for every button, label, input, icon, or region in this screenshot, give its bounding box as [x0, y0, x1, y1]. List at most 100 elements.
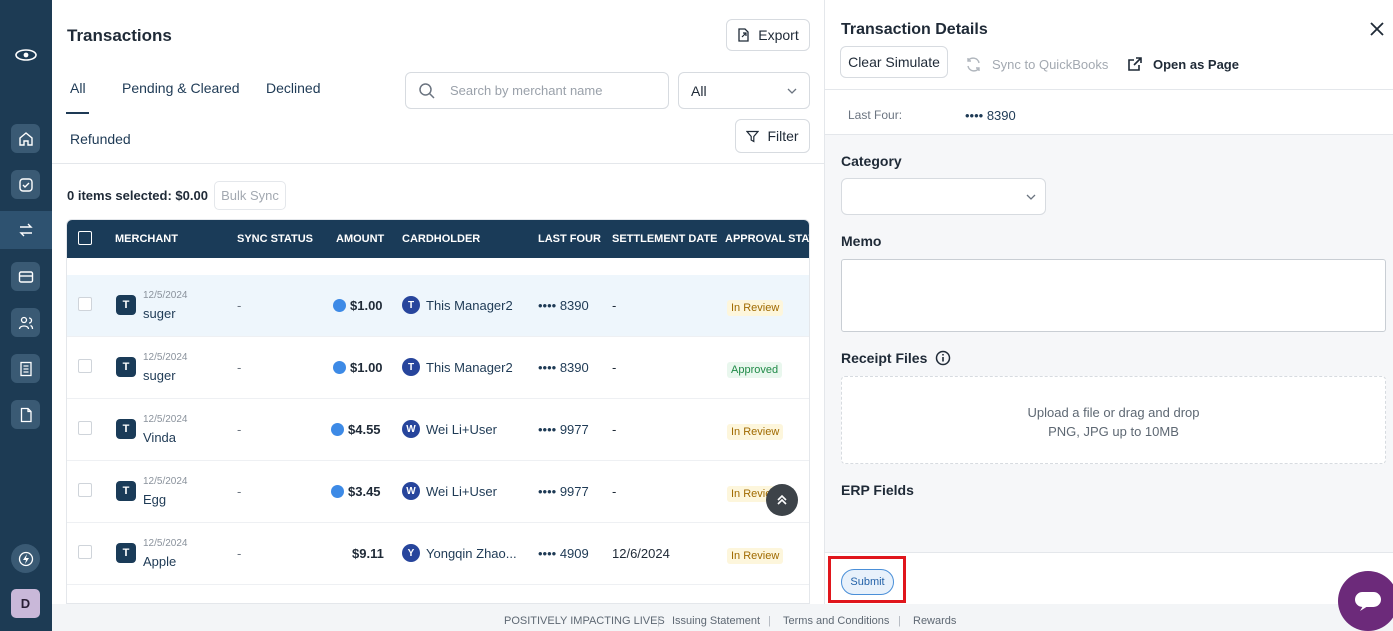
- upload-instruction: Upload a file or drag and drop: [1027, 405, 1200, 420]
- sync-icon: [967, 57, 980, 72]
- cardholder-cell: W Wei Li+User: [402, 482, 497, 500]
- nav-tasks[interactable]: [11, 170, 40, 199]
- bulk-sync-button[interactable]: Bulk Sync: [214, 181, 286, 210]
- info-icon[interactable]: [935, 350, 951, 366]
- open-as-page-label: Open as Page: [1153, 56, 1239, 72]
- col-sync-status[interactable]: SYNC STATUS: [237, 233, 313, 245]
- close-icon[interactable]: [1368, 20, 1386, 38]
- status-select[interactable]: All: [678, 72, 810, 109]
- transactions-icon: [19, 223, 33, 237]
- filter-label: Filter: [767, 128, 799, 144]
- col-settlement-date[interactable]: SETTLEMENT DATE: [612, 233, 718, 245]
- nav-integrations[interactable]: [11, 544, 40, 573]
- external-link-icon: [1128, 57, 1142, 71]
- tab-declined[interactable]: Declined: [266, 80, 320, 96]
- cardholder-name: Wei Li+User: [426, 421, 497, 437]
- merchant-name: Apple: [143, 554, 177, 569]
- export-button[interactable]: Export: [726, 19, 810, 51]
- status-badge: In Review: [727, 424, 784, 440]
- col-approval-status[interactable]: APPROVAL STATU: [725, 233, 809, 245]
- col-amount[interactable]: AMOUNT: [336, 233, 384, 245]
- scroll-to-top-button[interactable]: [766, 484, 798, 516]
- row-checkbox[interactable]: [78, 483, 92, 497]
- logo-icon[interactable]: [14, 47, 38, 63]
- merchant-name: Vinda: [143, 430, 177, 445]
- home-icon: [18, 131, 33, 146]
- filter-button[interactable]: Filter: [735, 119, 810, 153]
- footer-separator: |: [768, 615, 771, 627]
- settlement-date: -: [612, 484, 617, 499]
- receipt-upload-dropzone[interactable]: Upload a file or drag and drop PNG, JPG …: [841, 376, 1386, 464]
- row-checkbox[interactable]: [78, 359, 92, 373]
- last-four: •••• 9977: [538, 422, 589, 437]
- footer-rewards-link[interactable]: Rewards: [913, 615, 956, 627]
- nav-documents[interactable]: [11, 400, 40, 429]
- footer-issuing-statement-link[interactable]: Issuing Statement: [672, 615, 760, 627]
- merchant-search[interactable]: [405, 72, 669, 109]
- table-row[interactable]: T 12/5/2024 suger - $1.00 T This Manager2 •••• …: [67, 275, 809, 337]
- status-badge: Approved: [727, 362, 783, 378]
- amount-cell: $3.45: [331, 484, 381, 499]
- select-all-checkbox[interactable]: [78, 231, 92, 245]
- selection-summary: 0 items selected: $0.00: [67, 188, 208, 203]
- footer-terms-link[interactable]: Terms and Conditions: [783, 615, 889, 627]
- search-input[interactable]: [450, 83, 650, 98]
- transaction-date: 12/5/2024: [143, 290, 188, 301]
- memo-textarea[interactable]: [841, 259, 1386, 332]
- table-row[interactable]: T 12/5/2024 suger - $1.00 T This Manager2 •••• …: [67, 337, 809, 399]
- table-row[interactable]: T 12/5/2024 Apple - $9.11 Y Yongqin Zhao... •••…: [67, 523, 809, 585]
- pending-clock-icon: [333, 361, 346, 374]
- col-last-four[interactable]: LAST FOUR: [538, 233, 601, 245]
- clear-simulate-button[interactable]: Clear Simulate: [840, 46, 948, 78]
- table-row[interactable]: T 12/5/2024 Vinda - $4.55 W Wei Li+User •••• 99…: [67, 399, 809, 461]
- nav-users[interactable]: [11, 308, 40, 337]
- pending-clock-icon: [333, 299, 346, 312]
- tab-refunded[interactable]: Refunded: [70, 131, 131, 147]
- submit-button[interactable]: Submit: [841, 569, 894, 595]
- sync-quickbooks-button[interactable]: Sync to QuickBooks: [965, 56, 1108, 73]
- transactions-main: Transactions Export All Pending & Cleare…: [52, 0, 824, 604]
- last-four: •••• 8390: [538, 360, 589, 375]
- table-row[interactable]: T 12/5/2024 Egg - $3.45 W Wei Li+User •••• 9977…: [67, 461, 809, 523]
- tab-pending-cleared[interactable]: Pending & Cleared: [122, 80, 240, 96]
- category-select[interactable]: [841, 178, 1046, 215]
- row-checkbox[interactable]: [78, 297, 92, 311]
- transactions-table: MERCHANT SYNC STATUS AMOUNT CARDHOLDER L…: [66, 219, 810, 604]
- cardholder-name: This Manager2: [426, 359, 513, 375]
- open-as-page-button[interactable]: Open as Page: [1127, 56, 1239, 72]
- row-checkbox[interactable]: [78, 421, 92, 435]
- category-label: Category: [841, 153, 902, 169]
- chat-launcher-button[interactable]: [1338, 571, 1393, 631]
- nav-transactions[interactable]: [0, 211, 52, 249]
- cardholder-cell: Y Yongqin Zhao...: [402, 544, 517, 562]
- tab-all[interactable]: All: [70, 80, 86, 96]
- merchant-logo: T: [116, 419, 136, 439]
- cardholder-avatar: T: [402, 296, 420, 314]
- pending-clock-icon: [331, 485, 344, 498]
- nav-reports[interactable]: [11, 354, 40, 383]
- amount-cell: $1.00: [333, 360, 383, 375]
- receipt-files-label: Receipt Files: [841, 350, 928, 366]
- sync-status: -: [237, 360, 242, 375]
- cardholder-cell: W Wei Li+User: [402, 420, 497, 438]
- cardholder-name: Wei Li+User: [426, 483, 497, 499]
- row-checkbox[interactable]: [78, 545, 92, 559]
- transaction-date: 12/5/2024: [143, 352, 188, 363]
- col-merchant[interactable]: MERCHANT: [115, 233, 178, 245]
- amount-cell: $4.55: [331, 422, 381, 437]
- receipt-files-heading: Receipt Files: [841, 350, 951, 366]
- nav-cards[interactable]: [11, 262, 40, 291]
- user-avatar[interactable]: D: [11, 589, 40, 618]
- col-cardholder[interactable]: CARDHOLDER: [402, 233, 480, 245]
- nav-home[interactable]: [11, 124, 40, 153]
- status-badge: In Review: [727, 300, 784, 316]
- users-icon: [18, 316, 33, 329]
- amount-cell: $1.00: [333, 298, 383, 313]
- last-four: •••• 8390: [538, 298, 589, 313]
- amount-value: $4.55: [348, 422, 381, 437]
- panel-header: Transaction Details Clear Simulate Sync …: [825, 0, 1393, 90]
- partial-row: [67, 258, 809, 273]
- amount-cell: $9.11: [352, 546, 384, 561]
- cardholder-avatar: W: [402, 482, 420, 500]
- tasks-icon: [18, 177, 33, 192]
